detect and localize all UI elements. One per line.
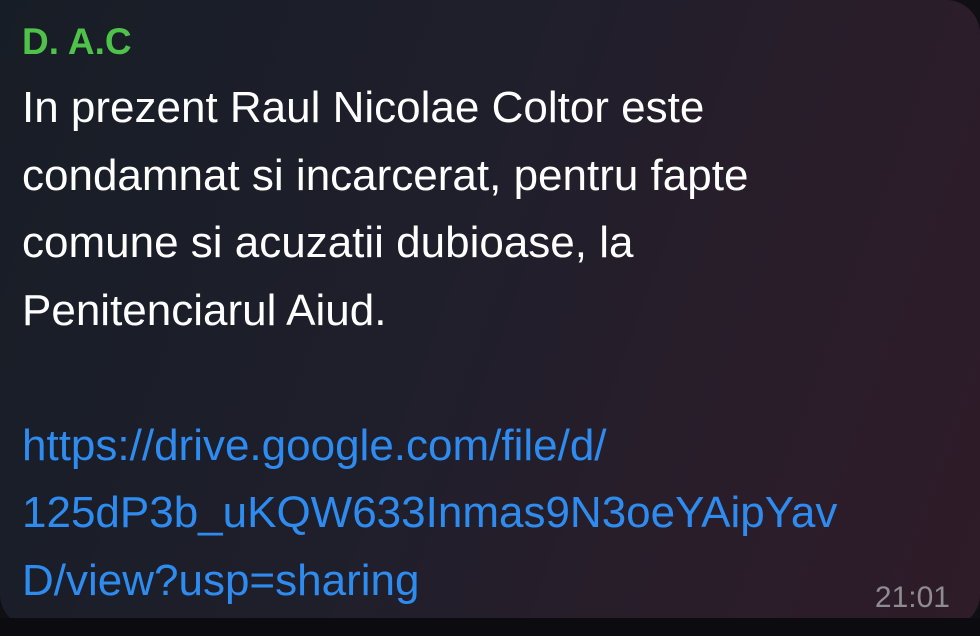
message-text-line: In prezent Raul Nicolae Coltor este	[22, 83, 705, 132]
message-bubble[interactable]: D. A.C In prezent Raul Nicolae Coltor es…	[0, 0, 980, 628]
drive-link-line[interactable]: 125dP3b_uKQW633Inmas9N3oeYAipYav	[22, 479, 962, 547]
drive-link-line[interactable]: D/view?usp=sharing	[22, 547, 962, 615]
chat-background-strip	[0, 618, 980, 636]
message-text-line: comune si acuzatii dubioase, la	[22, 218, 634, 267]
message-body: In prezent Raul Nicolae Coltor este cond…	[22, 74, 962, 614]
message-timestamp: 21:01	[874, 581, 950, 614]
message-text-line: Penitenciarul Aiud.	[22, 285, 387, 335]
drive-link-line[interactable]: https://drive.google.com/file/d/	[22, 412, 962, 480]
sender-name[interactable]: D. A.C	[22, 20, 132, 64]
message-text-line: condamnat si incarcerat, pentru fapte	[22, 150, 749, 200]
